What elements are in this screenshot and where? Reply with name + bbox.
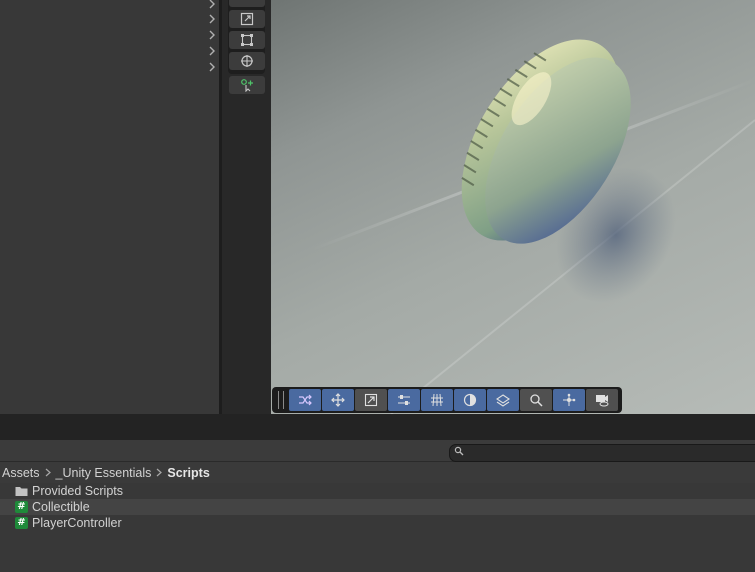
search-icon xyxy=(530,394,543,407)
chevron-right-icon xyxy=(42,468,54,477)
shuffle-icon xyxy=(299,394,312,406)
custom-tool-button[interactable] xyxy=(229,76,265,94)
breadcrumb-assets[interactable]: Assets xyxy=(0,466,42,480)
breadcrumb: Assets _Unity Essentials Scripts xyxy=(0,462,755,483)
chevron-right-icon xyxy=(153,468,165,477)
orientation-button[interactable] xyxy=(355,389,387,411)
layers-icon xyxy=(496,394,510,407)
move-tool-overlay-button[interactable] xyxy=(322,389,354,411)
camera-visibility-button[interactable] xyxy=(586,389,618,411)
orientation-icon xyxy=(364,393,378,407)
scale-icon xyxy=(240,12,254,26)
scale-tool-button[interactable] xyxy=(229,10,265,28)
nodes-icon xyxy=(563,393,576,406)
hierarchy-expand-arrow[interactable] xyxy=(205,27,219,43)
grid-icon xyxy=(431,393,443,407)
chevron-right-icon xyxy=(209,14,215,24)
chevron-right-icon xyxy=(209,0,215,9)
breadcrumb-unity-essentials[interactable]: _Unity Essentials xyxy=(54,466,154,480)
list-item-label: Provided Scripts xyxy=(32,484,124,498)
bottom-tab-bar xyxy=(0,414,755,440)
project-search-input[interactable] xyxy=(449,444,755,462)
csharp-script-icon: # xyxy=(15,517,28,529)
list-item[interactable]: Provided Scripts xyxy=(0,483,755,499)
sliders-icon xyxy=(398,395,410,405)
gizmo-toggle-button[interactable] xyxy=(289,389,321,411)
hierarchy-expand-arrow[interactable] xyxy=(205,43,219,59)
project-file-list: Provided Scripts # Collectible # PlayerC… xyxy=(0,483,755,572)
scene-search-button[interactable] xyxy=(520,389,552,411)
folder-icon xyxy=(15,487,28,496)
camera-eye-icon xyxy=(596,395,609,407)
scene-view[interactable] xyxy=(271,0,755,414)
rect-transform-icon xyxy=(241,34,253,46)
move-icon xyxy=(331,393,345,407)
hierarchy-panel xyxy=(0,0,219,414)
chevron-right-icon xyxy=(209,46,215,56)
coin-object xyxy=(310,39,755,414)
csharp-script-icon: # xyxy=(15,501,28,513)
snap-settings-button[interactable] xyxy=(388,389,420,411)
list-item[interactable]: # PlayerController xyxy=(0,515,755,531)
rotate-tool-button[interactable] xyxy=(229,0,265,7)
layers-visibility-button[interactable] xyxy=(487,389,519,411)
list-item-label: Collectible xyxy=(32,500,90,514)
rect-tool-button[interactable] xyxy=(229,31,265,49)
list-item[interactable]: # Collectible xyxy=(0,499,755,515)
list-item-label: PlayerController xyxy=(32,516,122,530)
transform-tool-button[interactable] xyxy=(229,52,265,70)
shading-mode-button[interactable] xyxy=(454,389,486,411)
hierarchy-expand-arrow[interactable] xyxy=(205,11,219,27)
search-icon xyxy=(454,446,464,456)
component-editor-button[interactable] xyxy=(553,389,585,411)
overlay-drag-handle[interactable] xyxy=(278,391,284,409)
grid-toggle-button[interactable] xyxy=(421,389,453,411)
chevron-right-icon xyxy=(209,30,215,40)
chevron-right-icon xyxy=(209,62,215,72)
hierarchy-expand-arrow[interactable] xyxy=(205,59,219,75)
shading-sphere-icon xyxy=(463,393,477,407)
rotate-icon xyxy=(240,0,254,7)
custom-tool-icon xyxy=(241,79,253,92)
breadcrumb-scripts[interactable]: Scripts xyxy=(165,466,211,480)
transform-icon xyxy=(241,55,253,67)
